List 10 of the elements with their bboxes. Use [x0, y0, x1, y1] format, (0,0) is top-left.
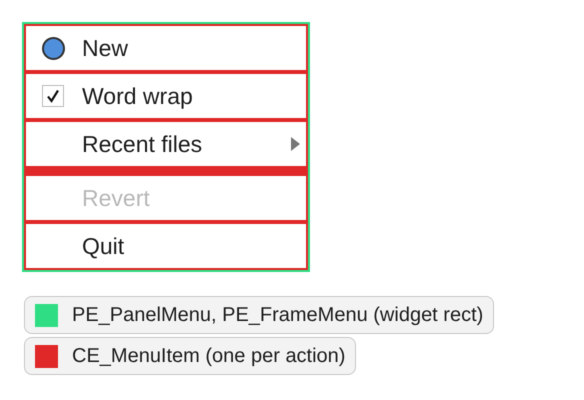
menu-item[interactable]: Recent files: [24, 120, 308, 168]
menu-item[interactable]: Word wrap: [24, 72, 308, 120]
legend-label: PE_PanelMenu, PE_FrameMenu (widget rect): [72, 304, 484, 326]
checkbox[interactable]: [42, 85, 64, 107]
checkmark-icon: [45, 88, 61, 104]
menu-item[interactable]: New: [24, 24, 308, 72]
menu-item[interactable]: Quit: [24, 222, 308, 270]
legend-label: CE_MenuItem (one per action): [72, 344, 346, 368]
submenu-arrow-icon: [291, 137, 300, 151]
radio-button[interactable]: [42, 36, 65, 60]
